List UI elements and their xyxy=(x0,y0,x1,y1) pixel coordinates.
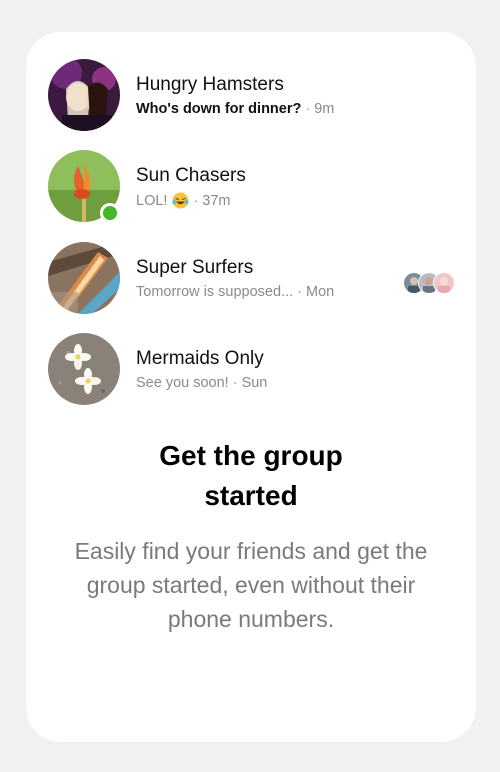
promo-description: Easily find your friends and get the gro… xyxy=(74,538,428,632)
last-message: See you soon! xyxy=(136,375,229,391)
last-message: Who's down for dinner? xyxy=(136,101,302,117)
online-indicator xyxy=(100,203,120,223)
avatar xyxy=(48,59,120,131)
timestamp: Mon xyxy=(306,284,335,300)
separator: · xyxy=(193,192,199,209)
group-chats-card: Hungry Hamsters Who's down for dinner? ·… xyxy=(26,32,476,742)
seen-by-avatars xyxy=(403,272,463,294)
last-message: Tomorrow is supposed... xyxy=(136,284,294,300)
conversation-hungry-hamsters[interactable]: Hungry Hamsters Who's down for dinner? ·… xyxy=(48,59,458,135)
seen-avatar xyxy=(433,272,455,294)
timestamp: 9m xyxy=(314,101,335,117)
timestamp: Sun xyxy=(241,375,268,391)
timestamp: 37m xyxy=(202,192,231,209)
promo-title-line-2: started xyxy=(204,480,298,511)
conversation-name: Super Surfers xyxy=(136,257,254,278)
conversation-name: Sun Chasers xyxy=(136,165,246,186)
laughing-tears-emoji-icon xyxy=(172,192,189,209)
last-message: LOL! xyxy=(136,192,168,209)
conversation-snippet: LOL! · 37m xyxy=(136,192,231,209)
promo-title: Get the group started xyxy=(26,436,476,516)
conversation-mermaids-only[interactable]: Mermaids Only See you soon! · Sun xyxy=(48,333,458,409)
avatar xyxy=(48,333,120,405)
separator: · xyxy=(305,101,311,117)
avatar xyxy=(48,242,120,314)
separator: · xyxy=(232,375,238,391)
promo-title-line-1: Get the group xyxy=(159,440,343,471)
conversation-name: Hungry Hamsters xyxy=(136,74,284,95)
conversation-snippet: See you soon! · Sun xyxy=(136,375,267,391)
conversation-super-surfers[interactable]: Super Surfers Tomorrow is supposed... · … xyxy=(48,242,458,318)
conversation-name: Mermaids Only xyxy=(136,348,264,369)
conversation-sun-chasers[interactable]: Sun Chasers LOL! · 37m xyxy=(48,150,458,226)
conversation-snippet: Who's down for dinner? · 9m xyxy=(136,101,334,117)
separator: · xyxy=(297,284,302,300)
conversation-snippet: Tomorrow is supposed... · Mon xyxy=(136,284,334,300)
